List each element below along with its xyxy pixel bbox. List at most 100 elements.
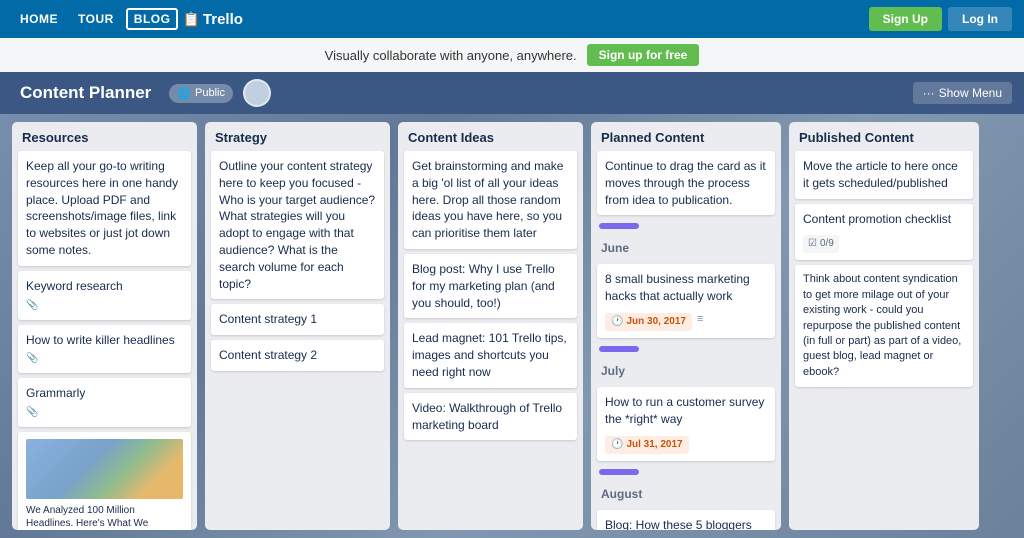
card-strategy-1[interactable]: Content strategy 1 [211, 304, 384, 335]
card-ideas-intro[interactable]: Get brainstorming and make a big 'ol lis… [404, 151, 577, 249]
card-strategy-intro[interactable]: Outline your content strategy here to ke… [211, 151, 384, 299]
card-july-article[interactable]: How to run a customer survey the *right*… [597, 387, 775, 461]
card-text: Outline your content strategy here to ke… [219, 159, 375, 291]
trello-icon: 📋 [182, 11, 199, 28]
section-july-label: July [599, 360, 773, 382]
june-label [599, 223, 639, 229]
nav-blog[interactable]: BLOG [126, 8, 179, 30]
list-cards-resources: Keep all your go-to writing resources he… [12, 151, 197, 530]
card-lead-magnet[interactable]: Lead magnet: 101 Trello tips, images and… [404, 323, 577, 387]
list-content-ideas: Content Ideas Get brainstorming and make… [398, 122, 583, 530]
trello-logo-text: Trello [203, 11, 243, 28]
menu-icon: ≡ [697, 312, 703, 327]
list-header-strategy: Strategy [205, 122, 390, 151]
list-strategy: Strategy Outline your content strategy h… [205, 122, 390, 530]
card-resources-intro[interactable]: Keep all your go-to writing resources he… [18, 151, 191, 266]
card-keyword-research[interactable]: Keyword research 📎 [18, 271, 191, 320]
checklist-badge: ☑ 0/9 [803, 235, 839, 253]
avatar [243, 79, 271, 107]
promo-banner: Visually collaborate with anyone, anywhe… [0, 38, 1024, 72]
list-header-published: Published Content [789, 122, 979, 151]
card-meta: 📎 [26, 299, 183, 313]
clock-icon: 🕐 [611, 315, 623, 329]
date-text: Jul 31, 2017 [626, 438, 682, 452]
card-june-article[interactable]: 8 small business marketing hacks that ac… [597, 264, 775, 338]
attachment-icon: 📎 [26, 299, 38, 313]
card-syndication[interactable]: Think about content syndication to get m… [795, 265, 973, 387]
date-text: Jun 30, 2017 [626, 315, 685, 329]
section-august: August [597, 466, 775, 505]
card-title: Keyword research [26, 278, 183, 295]
card-title: How to write killer headlines [26, 332, 183, 349]
card-blog-post[interactable]: Blog post: Why I use Trello for my marke… [404, 254, 577, 318]
trello-logo: 📋 Trello [182, 11, 242, 28]
board-visibility-label: Public [195, 87, 225, 99]
clock-icon: 🕐 [611, 438, 623, 452]
globe-icon: 🌐 [177, 87, 191, 100]
card-video[interactable]: Video: Walkthrough of Trello marketing b… [404, 393, 577, 441]
july-label [599, 346, 639, 352]
list-planned-content: Planned Content Continue to drag the car… [591, 122, 781, 530]
card-meta: 📎 [26, 406, 183, 420]
card-title: Grammarly [26, 385, 183, 402]
board-visibility-badge: 🌐 Public [169, 84, 233, 103]
board-title[interactable]: Content Planner [12, 79, 159, 107]
list-resources: Resources Keep all your go-to writing re… [12, 122, 197, 530]
card-title: We Analyzed 100 Million Headlines. Here'… [26, 504, 183, 530]
nav-actions: Sign Up Log In [869, 7, 1012, 31]
show-menu-label: Show Menu [939, 86, 1002, 100]
promo-cta-button[interactable]: Sign up for free [587, 44, 700, 66]
card-text: Continue to drag the card as it moves th… [605, 159, 766, 207]
nav-links: HOME TOUR BLOG 📋 Trello [12, 8, 243, 30]
promo-text: Visually collaborate with anyone, anywhe… [325, 48, 577, 63]
list-cards-planned: Continue to drag the card as it moves th… [591, 151, 781, 530]
list-header-content-ideas: Content Ideas [398, 122, 583, 151]
card-title: Lead magnet: 101 Trello tips, images and… [412, 331, 567, 379]
checklist-count: 0/9 [820, 237, 834, 251]
card-text: Think about content syndication to get m… [803, 272, 965, 380]
card-grammarly[interactable]: Grammarly 📎 [18, 378, 191, 427]
card-title: Video: Walkthrough of Trello marketing b… [412, 401, 562, 432]
date-badge: 🕐 Jul 31, 2017 [605, 436, 689, 454]
card-text: Keep all your go-to writing resources he… [26, 159, 178, 257]
card-text: Get brainstorming and make a big 'ol lis… [412, 159, 563, 240]
nav-tour[interactable]: TOUR [70, 8, 122, 30]
nav-home[interactable]: HOME [12, 8, 66, 30]
list-cards-content-ideas: Get brainstorming and make a big 'ol lis… [398, 151, 583, 446]
login-button[interactable]: Log In [948, 7, 1012, 31]
card-title: Blog post: Why I use Trello for my marke… [412, 262, 555, 310]
board-header: Content Planner 🌐 Public ··· Show Menu [0, 72, 1024, 114]
board-content: Resources Keep all your go-to writing re… [0, 114, 1024, 538]
card-headlines[interactable]: How to write killer headlines 📎 [18, 325, 191, 374]
list-published-content: Published Content Move the article to he… [789, 122, 979, 530]
card-meta: ☑ 0/9 [803, 231, 965, 253]
card-meta: 📎 [26, 352, 183, 366]
section-june: June [597, 220, 775, 259]
card-title: How to run a customer survey the *right*… [605, 394, 767, 428]
card-planned-intro[interactable]: Continue to drag the card as it moves th… [597, 151, 775, 215]
board-title-area: Content Planner 🌐 Public [12, 79, 271, 107]
top-navigation: HOME TOUR BLOG 📋 Trello Sign Up Log In [0, 0, 1024, 38]
card-strategy-2[interactable]: Content strategy 2 [211, 340, 384, 371]
attachment-icon: 📎 [26, 352, 38, 366]
section-july: July [597, 343, 775, 382]
card-headlines-article[interactable]: We Analyzed 100 Million Headlines. Here'… [18, 432, 191, 530]
card-meta: 🕐 Jul 31, 2017 [605, 432, 767, 454]
list-cards-published: Move the article to here once it gets sc… [789, 151, 979, 393]
card-title: Blog: How these 5 bloggers use Trello to… [605, 517, 767, 530]
section-august-label: August [599, 483, 773, 505]
signup-button[interactable]: Sign Up [869, 7, 942, 31]
list-header-planned: Planned Content [591, 122, 781, 151]
card-august-article[interactable]: Blog: How these 5 bloggers use Trello to… [597, 510, 775, 530]
card-promotion-checklist[interactable]: Content promotion checklist ☑ 0/9 [795, 204, 973, 261]
attachment-icon: 📎 [26, 406, 38, 420]
section-june-label: June [599, 237, 773, 259]
card-title: Content promotion checklist [803, 211, 965, 228]
card-title: Content strategy 2 [219, 348, 317, 362]
list-cards-strategy: Outline your content strategy here to ke… [205, 151, 390, 377]
show-menu-button[interactable]: ··· Show Menu [913, 82, 1012, 104]
card-published-intro[interactable]: Move the article to here once it gets sc… [795, 151, 973, 199]
list-header-resources: Resources [12, 122, 197, 151]
checklist-icon: ☑ [808, 237, 817, 251]
card-image-inner [26, 439, 183, 499]
